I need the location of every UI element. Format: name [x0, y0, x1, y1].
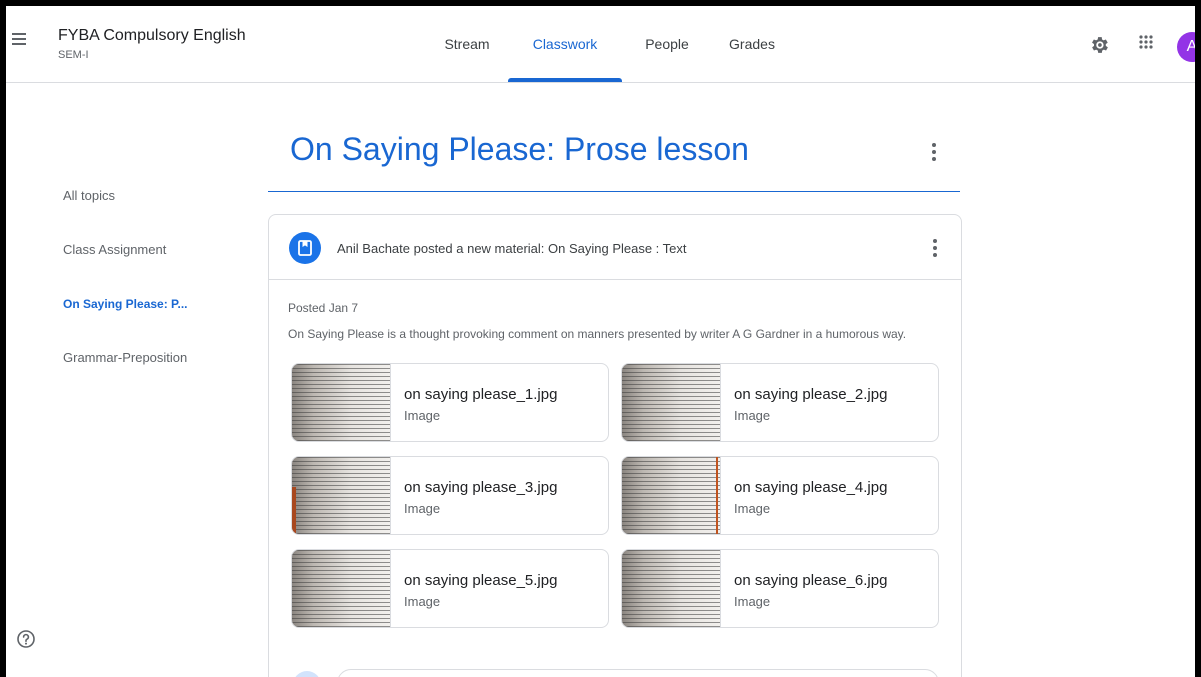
tab-classwork[interactable]: Classwork	[508, 6, 622, 82]
sidebar-item-grammar-preposition[interactable]: Grammar-Preposition	[63, 350, 187, 365]
material-description: On Saying Please is a thought provoking …	[288, 327, 907, 341]
attachment-card[interactable]: on saying please_1.jpg Image	[291, 363, 609, 442]
sidebar-item-all-topics[interactable]: All topics	[63, 188, 115, 203]
menu-icon[interactable]	[12, 33, 26, 45]
class-title[interactable]: FYBA Compulsory English	[58, 27, 246, 45]
attachment-type: Image	[404, 594, 441, 609]
attachment-name: on saying please_6.jpg	[734, 572, 888, 589]
attachment-thumbnail	[622, 457, 721, 534]
material-card-header[interactable]: Anil Bachate posted a new material: On S…	[269, 215, 961, 280]
sidebar-item-class-assignment[interactable]: Class Assignment	[63, 242, 166, 257]
topic-divider	[268, 191, 960, 192]
attachment-thumbnail	[622, 550, 721, 627]
attachment-type: Image	[734, 501, 771, 516]
classroom-window: FYBA Compulsory English SEM-I Stream Cla…	[6, 6, 1195, 677]
attachment-card[interactable]: on saying please_3.jpg Image	[291, 456, 609, 535]
class-comment-input[interactable]	[337, 669, 939, 677]
gear-icon[interactable]	[1088, 34, 1110, 56]
tab-people[interactable]: People	[622, 6, 712, 82]
attachment-name: on saying please_2.jpg	[734, 386, 888, 403]
attachment-type: Image	[404, 501, 441, 516]
attachment-thumbnail	[292, 364, 391, 441]
topic-title: On Saying Please: Prose lesson	[290, 131, 749, 167]
tab-bar: Stream Classwork People Grades	[426, 6, 792, 82]
apps-grid-icon[interactable]	[1138, 34, 1154, 50]
attachment-card[interactable]: on saying please_4.jpg Image	[621, 456, 939, 535]
material-heading[interactable]: Anil Bachate posted a new material: On S…	[337, 241, 687, 256]
attachment-card[interactable]: on saying please_2.jpg Image	[621, 363, 939, 442]
posted-date: Posted Jan 7	[288, 301, 359, 315]
attachment-thumbnail	[622, 364, 721, 441]
class-section: SEM-I	[58, 49, 89, 61]
attachment-name: on saying please_1.jpg	[404, 386, 558, 403]
tab-grades[interactable]: Grades	[712, 6, 792, 82]
attachment-type: Image	[734, 594, 771, 609]
attachment-name: on saying please_3.jpg	[404, 479, 558, 496]
material-card: Anil Bachate posted a new material: On S…	[268, 214, 962, 677]
attachment-card[interactable]: on saying please_6.jpg Image	[621, 549, 939, 628]
attachment-name: on saying please_5.jpg	[404, 572, 558, 589]
material-icon	[289, 232, 321, 264]
attachment-thumbnail	[292, 457, 391, 534]
attachment-type: Image	[404, 408, 441, 423]
attachment-card[interactable]: on saying please_5.jpg Image	[291, 549, 609, 628]
topic-more-options-icon[interactable]	[932, 143, 936, 164]
attachment-thumbnail	[292, 550, 391, 627]
material-more-options-icon[interactable]	[933, 239, 937, 260]
tab-stream[interactable]: Stream	[426, 6, 508, 82]
comment-avatar	[293, 671, 321, 677]
attachment-type: Image	[734, 408, 771, 423]
sidebar-item-on-saying-please[interactable]: On Saying Please: P...	[63, 297, 188, 311]
help-icon[interactable]	[16, 629, 36, 649]
avatar[interactable]: A	[1177, 32, 1195, 62]
attachment-name: on saying please_4.jpg	[734, 479, 888, 496]
top-app-bar: FYBA Compulsory English SEM-I Stream Cla…	[6, 6, 1195, 83]
